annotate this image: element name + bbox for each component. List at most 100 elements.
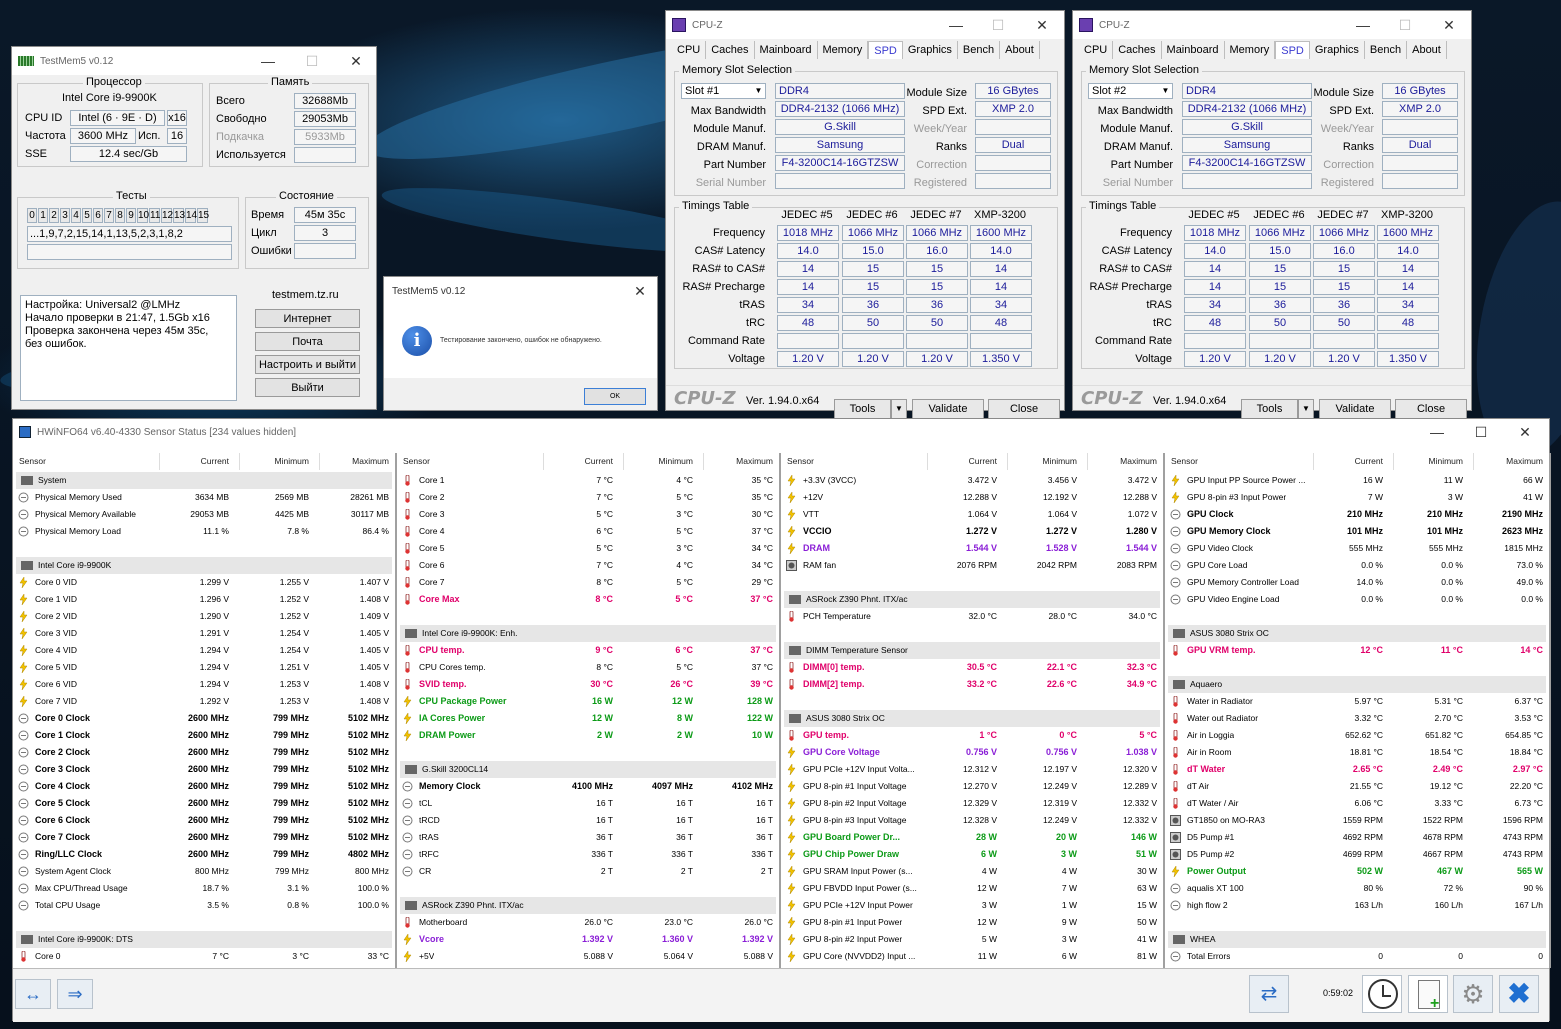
column-header-current[interactable]: Current	[1355, 453, 1383, 470]
tab-about[interactable]: About	[1000, 41, 1040, 59]
sensor-section-header[interactable]: System	[16, 472, 392, 489]
tab-about[interactable]: About	[1407, 41, 1447, 59]
site-link[interactable]: testmem.tz.ru	[272, 289, 339, 301]
sensor-row[interactable]: high flow 2 163 L/h 160 L/h 167 L/h	[1165, 897, 1549, 914]
column-header-sensor[interactable]: Sensor	[787, 453, 814, 470]
sensor-row[interactable]: +5V 5.088 V 5.064 V 5.088 V	[397, 948, 779, 965]
sensor-row[interactable]: Physical Memory Used 3634 MB 2569 MB 28261 …	[13, 489, 395, 506]
sensor-row[interactable]: DIMM[0] temp. 30.5 °C 22.1 °C 32.3 °C	[781, 659, 1163, 676]
tab-memory[interactable]: Memory	[1225, 41, 1276, 59]
mail-button[interactable]: Почта	[255, 332, 360, 351]
sensor-row[interactable]: GPU Video Engine Load 0.0 % 0.0 % 0.0 %	[1165, 591, 1549, 608]
network-icon[interactable]: ⇄	[1249, 975, 1289, 1013]
dialog-titlebar[interactable]: TestMem5 v0.12 ✕	[384, 277, 657, 305]
sensor-row[interactable]: GPU 8-pin #3 Input Power 7 W 3 W 41 W	[1165, 489, 1549, 506]
sensor-row[interactable]: Core 7 8 °C 5 °C 29 °C	[397, 574, 779, 591]
sensor-row[interactable]: D5 Pump #2 4699 RPM 4667 RPM 4743 RPM	[1165, 846, 1549, 863]
sensor-row[interactable]: Core 2 Clock 2600 MHz 799 MHz 5102 MHz	[13, 744, 395, 761]
collapse-left-button[interactable]: ↔	[15, 979, 51, 1009]
sensor-row[interactable]: Ring/LLC Clock 2600 MHz 799 MHz 4802 MHz	[13, 846, 395, 863]
sensor-row[interactable]: DRAM 1.544 V 1.528 V 1.544 V	[781, 540, 1163, 557]
sensor-row[interactable]: Physical Memory Available 29053 MB 4425 MB…	[13, 506, 395, 523]
hwinfo-maximize-button[interactable]: ☐	[1459, 419, 1503, 445]
minimize-button[interactable]: —	[1341, 11, 1385, 39]
tab-mainboard[interactable]: Mainboard	[1162, 41, 1225, 59]
settings-gear-icon[interactable]: ⚙	[1453, 975, 1493, 1013]
minimize-button[interactable]: —	[246, 47, 290, 75]
sensor-row[interactable]: Core 0 7 °C 3 °C 33 °C	[13, 948, 395, 965]
sensor-row[interactable]: Total CPU Usage 3.5 % 0.8 % 100.0 %	[13, 897, 395, 914]
column-header-maximum[interactable]: Maximum	[1506, 453, 1543, 470]
tab-bench[interactable]: Bench	[958, 41, 1001, 59]
sensor-row[interactable]: Core 3 VID 1.291 V 1.254 V 1.405 V	[13, 625, 395, 642]
column-header-maximum[interactable]: Maximum	[352, 453, 389, 470]
cpuz-titlebar[interactable]: CPU-Z — ☐ ✕	[1073, 11, 1471, 39]
sensor-row[interactable]: GPU Board Power Dr... 28 W 20 W 146 W	[781, 829, 1163, 846]
sensor-row[interactable]: GPU Clock 210 MHz 210 MHz 2190 MHz	[1165, 506, 1549, 523]
maximize-button[interactable]: ☐	[1383, 11, 1427, 39]
sensor-row[interactable]: Core 5 VID 1.294 V 1.251 V 1.405 V	[13, 659, 395, 676]
sensor-row[interactable]: CR 2 T 2 T 2 T	[397, 863, 779, 880]
sensor-section-header[interactable]: G.Skill 3200CL14	[400, 761, 776, 778]
sensor-row[interactable]: GPU Core Voltage 0.756 V 0.756 V 1.038 V	[781, 744, 1163, 761]
sensor-row[interactable]: SVID temp. 30 °C 26 °C 39 °C	[397, 676, 779, 693]
tab-graphics[interactable]: Graphics	[903, 41, 958, 59]
sensor-row[interactable]: RAM fan 2076 RPM 2042 RPM 2083 RPM	[781, 557, 1163, 574]
column-header-minimum[interactable]: Minimum	[1043, 453, 1077, 470]
hwinfo-minimize-button[interactable]: —	[1415, 419, 1459, 445]
sensor-row[interactable]: GPU Core (NVVDD2) Input ... 11 W 6 W 81 W	[781, 948, 1163, 965]
sensor-row[interactable]: GPU 8-pin #3 Input Voltage 12.328 V 12.249…	[781, 812, 1163, 829]
sensor-row[interactable]: GPU Video Clock 555 MHz 555 MHz 1815 MHz	[1165, 540, 1549, 557]
sensor-row[interactable]: GPU 8-pin #2 Input Power 5 W 3 W 41 W	[781, 931, 1163, 948]
validate-button[interactable]: Validate	[912, 399, 984, 419]
clock-icon[interactable]	[1362, 975, 1402, 1013]
internet-button[interactable]: Интернет	[255, 309, 360, 328]
ok-button[interactable]: OK	[584, 388, 646, 405]
sensor-row[interactable]: VTT 1.064 V 1.064 V 1.072 V	[781, 506, 1163, 523]
sensor-row[interactable]: Core 3 Clock 2600 MHz 799 MHz 5102 MHz	[13, 761, 395, 778]
sensor-row[interactable]: GPU 8-pin #2 Input Voltage 12.329 V 12.319…	[781, 795, 1163, 812]
sensor-section-header[interactable]: Intel Core i9-9900K: DTS	[16, 931, 392, 948]
column-header-sensor[interactable]: Sensor	[19, 453, 46, 470]
sensor-row[interactable]: Core 2 VID 1.290 V 1.252 V 1.409 V	[13, 608, 395, 625]
close-button[interactable]: ✕	[1427, 11, 1471, 39]
sensor-row[interactable]: tRFC 336 T 336 T 336 T	[397, 846, 779, 863]
sensor-row[interactable]: Vcore 1.392 V 1.360 V 1.392 V	[397, 931, 779, 948]
sensor-section-header[interactable]: ASRock Z390 Phnt. ITX/ac	[400, 897, 776, 914]
close-app-button[interactable]: Close	[988, 399, 1060, 419]
tab-cpu[interactable]: CPU	[1079, 41, 1114, 59]
hwinfo-titlebar[interactable]: HWiNFO64 v6.40-4330 Sensor Status [234 v…	[13, 419, 1549, 445]
sensor-row[interactable]: dT Water / Air 6.06 °C 3.33 °C 6.73 °C	[1165, 795, 1549, 812]
tools-dropdown-icon[interactable]: ▼	[891, 399, 907, 419]
tab-cpu[interactable]: CPU	[672, 41, 707, 59]
column-header-sensor[interactable]: Sensor	[403, 453, 430, 470]
log-box[interactable]: Настройка: Universal2 @LMHz Начало провер…	[20, 295, 237, 401]
sensor-row[interactable]: Core 7 Clock 2600 MHz 799 MHz 5102 MHz	[13, 829, 395, 846]
chevron-down-icon[interactable]: ▼	[1159, 84, 1172, 98]
column-header-maximum[interactable]: Maximum	[1120, 453, 1157, 470]
sensor-row[interactable]: Core 1 VID 1.296 V 1.252 V 1.408 V	[13, 591, 395, 608]
sensor-section-header[interactable]: DIMM Temperature Sensor	[784, 642, 1160, 659]
column-header-current[interactable]: Current	[585, 453, 613, 470]
sensor-row[interactable]: Core 2 7 °C 5 °C 35 °C	[397, 489, 779, 506]
exit-x-icon[interactable]: ✖	[1499, 975, 1539, 1013]
sensor-row[interactable]: Core 0 VID 1.299 V 1.255 V 1.407 V	[13, 574, 395, 591]
sensor-row[interactable]: DRAM Power 2 W 2 W 10 W	[397, 727, 779, 744]
sensor-row[interactable]: Core 6 Clock 2600 MHz 799 MHz 5102 MHz	[13, 812, 395, 829]
sensor-row[interactable]: GPU FBVDD Input Power (s... 12 W 7 W 63 W	[781, 880, 1163, 897]
expand-right-button[interactable]: ⇒	[57, 979, 93, 1009]
exit-button[interactable]: Выйти	[255, 378, 360, 397]
sensor-row[interactable]: tRAS 36 T 36 T 36 T	[397, 829, 779, 846]
sensor-row[interactable]: Core 0 Clock 2600 MHz 799 MHz 5102 MHz	[13, 710, 395, 727]
sensor-row[interactable]: GPU 8-pin #1 Input Power 12 W 9 W 50 W	[781, 914, 1163, 931]
tab-spd[interactable]: SPD	[1275, 41, 1310, 59]
sensor-row[interactable]: Core 4 VID 1.294 V 1.254 V 1.405 V	[13, 642, 395, 659]
maximize-button[interactable]: ☐	[290, 47, 334, 75]
sensor-row[interactable]: Power Output 502 W 467 W 565 W	[1165, 863, 1549, 880]
sensor-row[interactable]: Water out Radiator 3.32 °C 2.70 °C 3.53 °C	[1165, 710, 1549, 727]
sensor-row[interactable]: Air in Loggia 652.62 °C 651.82 °C 654.85 °C	[1165, 727, 1549, 744]
sensor-row[interactable]: Core 3 5 °C 3 °C 30 °C	[397, 506, 779, 523]
sensor-row[interactable]: Physical Memory Load 11.1 % 7.8 % 86.4 %	[13, 523, 395, 540]
maximize-button[interactable]: ☐	[976, 11, 1020, 39]
validate-button[interactable]: Validate	[1319, 399, 1391, 419]
